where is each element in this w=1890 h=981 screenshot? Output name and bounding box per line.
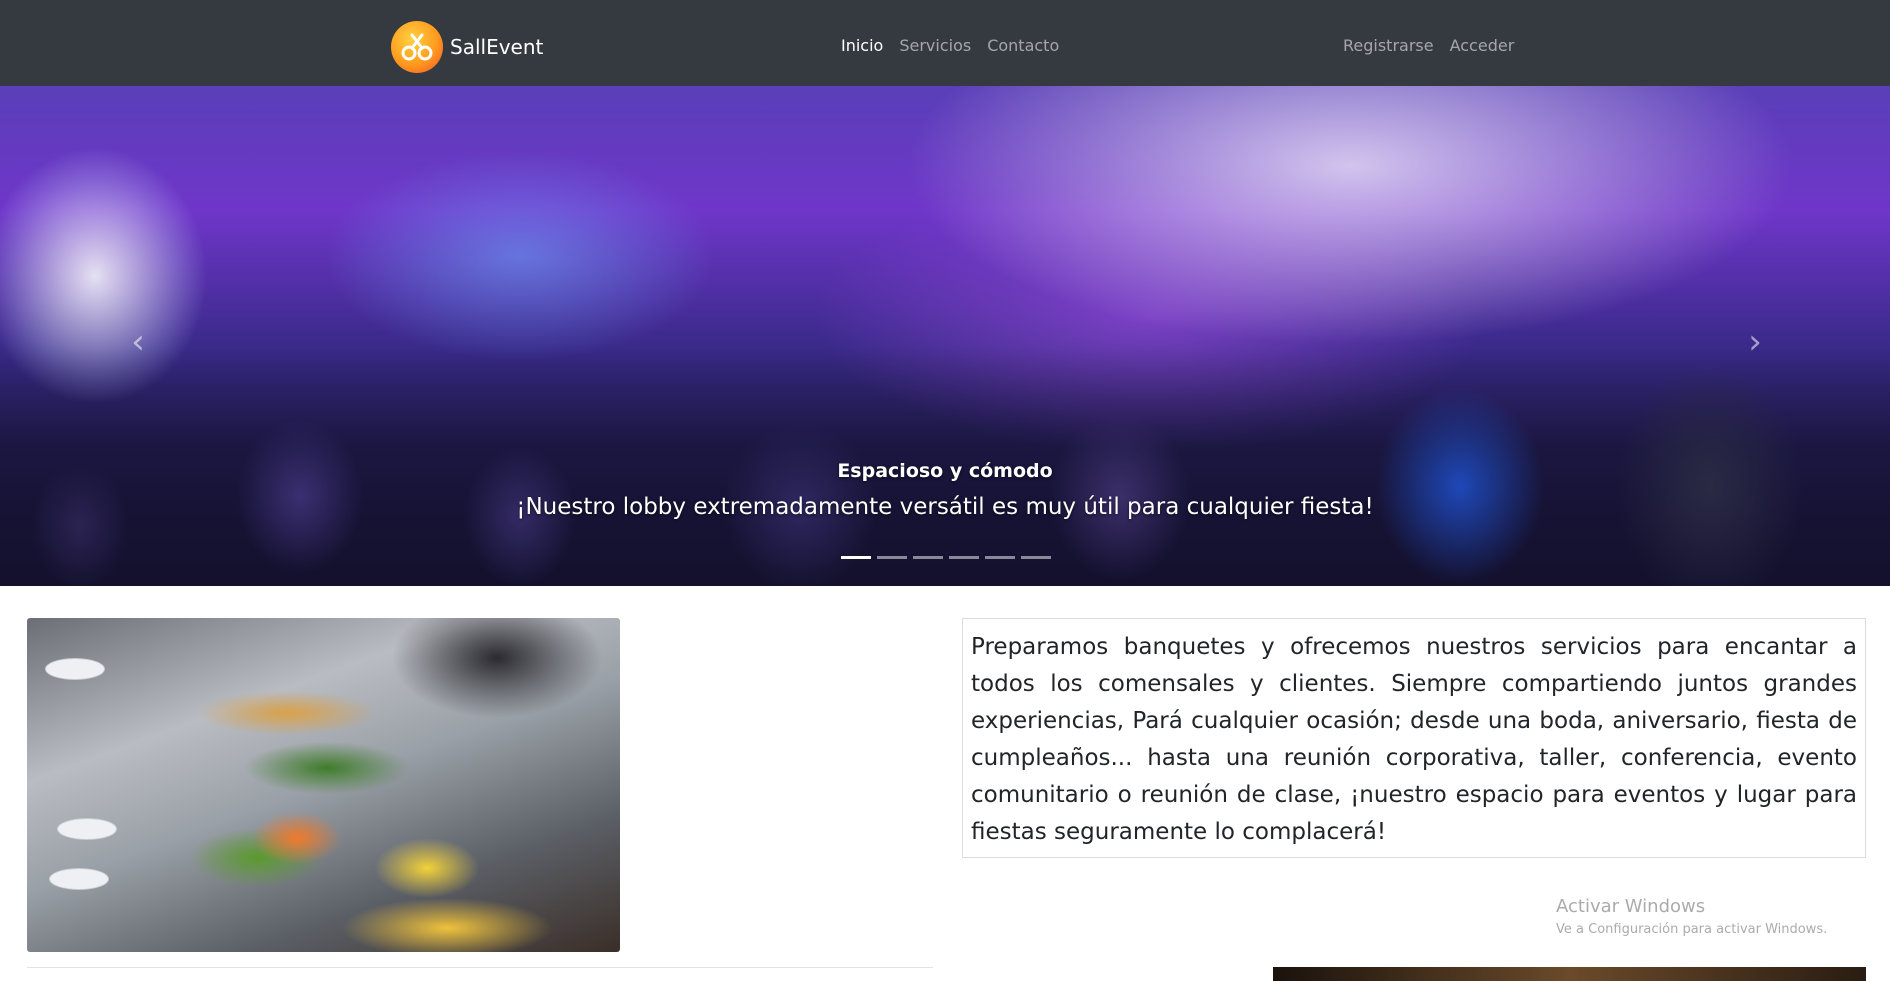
services-description-box: Preparamos banquetes y ofrecemos nuestro… — [962, 618, 1866, 858]
auth-nav: Registrarse Acceder — [1343, 36, 1514, 55]
event-hall-image — [1273, 967, 1866, 981]
services-description: Preparamos banquetes y ofrecemos nuestro… — [971, 634, 1857, 845]
nav-link-servicios[interactable]: Servicios — [899, 36, 971, 55]
main-nav: Inicio Servicios Contacto — [841, 36, 1059, 55]
brand-name: SallEvent — [450, 35, 544, 59]
plate — [49, 868, 109, 890]
carousel-indicator[interactable] — [877, 556, 907, 559]
slide-title: Espacioso y cómodo — [837, 460, 1053, 482]
plate — [57, 818, 117, 840]
carousel-caption: Espacioso y cómodo ¡Nuestro lobby extrem… — [440, 460, 1450, 520]
carousel-indicator[interactable] — [985, 556, 1015, 559]
windows-activation-watermark: Activar Windows Ve a Configuración para … — [1556, 896, 1827, 937]
carousel-indicator[interactable] — [1021, 556, 1051, 559]
navbar: SallEvent Inicio Servicios Contacto Regi… — [0, 0, 1890, 86]
nav-link-contacto[interactable]: Contacto — [987, 36, 1059, 55]
brand-link[interactable]: SallEvent — [391, 21, 543, 73]
nav-link-inicio[interactable]: Inicio — [841, 36, 883, 55]
login-link[interactable]: Acceder — [1450, 36, 1515, 55]
watermark-title: Activar Windows — [1556, 896, 1706, 917]
carousel-indicator[interactable] — [913, 556, 943, 559]
register-link[interactable]: Registrarse — [1343, 36, 1434, 55]
carousel-indicator[interactable] — [949, 556, 979, 559]
carousel-prev-icon[interactable]: ‹ — [118, 322, 158, 362]
hero-carousel: ‹ › Espacioso y cómodo ¡Nuestro lobby ex… — [0, 86, 1890, 586]
sallevent-logo-icon — [391, 21, 443, 73]
carousel-next-icon[interactable]: › — [1735, 322, 1775, 362]
section-divider — [27, 967, 933, 968]
watermark-subtitle: Ve a Configuración para activar Windows. — [1556, 922, 1828, 937]
slide-text: ¡Nuestro lobby extremadamente versátil e… — [516, 494, 1374, 520]
carousel-indicators — [841, 556, 1051, 559]
carousel-indicator[interactable] — [841, 556, 871, 559]
plate — [45, 658, 105, 680]
buffet-food-image — [27, 618, 620, 952]
